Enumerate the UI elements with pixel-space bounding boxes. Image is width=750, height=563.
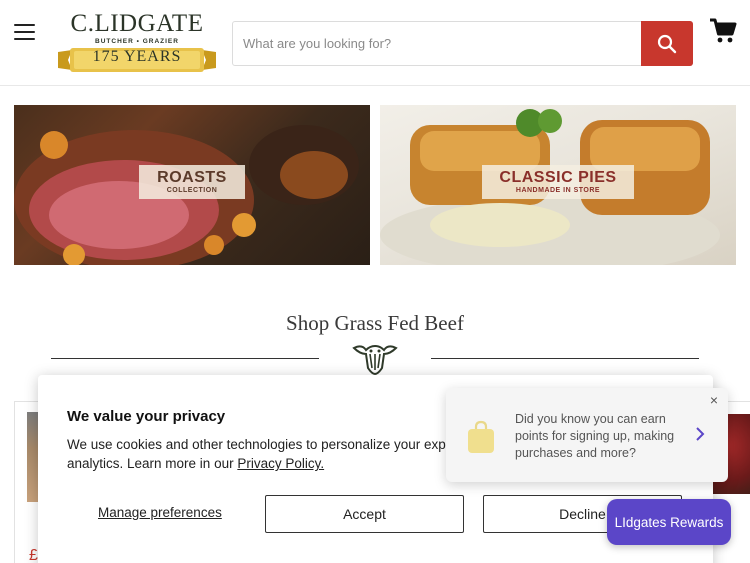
cookie-title: We value your privacy	[67, 408, 226, 425]
hamburger-icon[interactable]	[14, 24, 35, 40]
rewards-popup[interactable]: × Did you know you can earn points for s…	[446, 388, 728, 482]
logo-tagline: BUTCHER • GRAZIER	[95, 38, 179, 45]
cart-icon[interactable]	[709, 17, 737, 45]
site-header: C.LIDGATE BUTCHER • GRAZIER 175 YEARS	[0, 0, 750, 86]
logo-years: 175 YEARS	[92, 48, 182, 65]
search-input[interactable]	[233, 22, 642, 65]
close-icon[interactable]: ×	[710, 392, 718, 408]
cookie-text: We use cookies and other technologies to…	[67, 435, 467, 473]
divider-line	[431, 358, 699, 359]
cookie-text-line1: We use cookies and other technologies to…	[67, 437, 458, 452]
pies-banner[interactable]: CLASSIC PIES HANDMADE IN STORE	[380, 105, 736, 265]
logo-name: C.LIDGATE	[70, 10, 204, 37]
rewards-text: Did you know you can earn points for sig…	[515, 412, 675, 460]
banner-subtitle: COLLECTION	[166, 187, 218, 194]
search-button[interactable]	[641, 21, 693, 66]
chevron-right-icon[interactable]	[694, 426, 706, 442]
rewards-launcher-button[interactable]: LIdgates Rewards	[607, 499, 731, 545]
product-price: £	[29, 547, 38, 563]
banner-title: ROASTS	[157, 169, 227, 186]
privacy-policy-link[interactable]: Privacy Policy.	[237, 456, 324, 471]
banner-label: CLASSIC PIES HANDMADE IN STORE	[482, 165, 634, 199]
roasts-banner[interactable]: ROASTS COLLECTION	[14, 105, 370, 265]
cow-head-icon	[352, 344, 398, 376]
banner-label: ROASTS COLLECTION	[139, 165, 245, 199]
banner-title: CLASSIC PIES	[499, 169, 617, 186]
cookie-text-line2: analytics. Learn more in our	[67, 456, 238, 471]
divider-line	[51, 358, 319, 359]
banner-subtitle: HANDMADE IN STORE	[515, 187, 601, 194]
section-title: Shop Grass Fed Beef	[286, 311, 464, 335]
shopping-bag-icon	[468, 420, 494, 453]
manage-preferences-link[interactable]: Manage preferences	[98, 505, 222, 520]
site-logo[interactable]: C.LIDGATE BUTCHER • GRAZIER 175 YEARS	[54, 8, 220, 76]
accept-button[interactable]: Accept	[265, 495, 464, 533]
search-bar	[232, 21, 693, 66]
search-icon	[657, 34, 677, 53]
